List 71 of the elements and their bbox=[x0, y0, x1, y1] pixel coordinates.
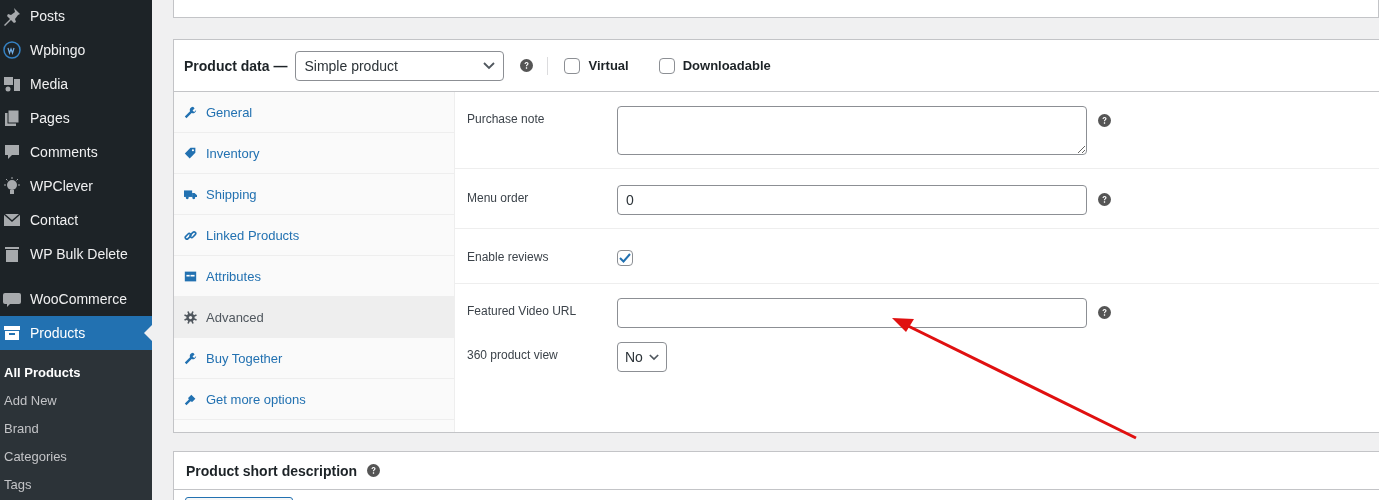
chevron-down-icon bbox=[648, 353, 659, 361]
lightbulb-icon bbox=[2, 176, 22, 196]
sidebar-item[interactable]: Wpbingo bbox=[0, 33, 152, 67]
help-icon[interactable] bbox=[1098, 306, 1111, 319]
field-label: Featured Video URL bbox=[467, 304, 578, 318]
submenu-item[interactable]: Add New bbox=[0, 386, 152, 414]
tab[interactable]: Advanced bbox=[174, 297, 454, 338]
sidebar-label: Products bbox=[30, 325, 86, 341]
sidebar-label: WPClever bbox=[30, 178, 93, 194]
tab[interactable]: Inventory bbox=[174, 133, 454, 174]
speech-bubble-icon bbox=[2, 142, 22, 162]
media-icon bbox=[2, 74, 22, 94]
sidebar-item[interactable]: WooCommerce bbox=[0, 282, 152, 316]
list-card-icon bbox=[184, 269, 197, 283]
checkbox[interactable] bbox=[564, 57, 581, 74]
text-field[interactable] bbox=[617, 298, 1087, 328]
circle-logo-icon bbox=[2, 40, 22, 60]
sidebar-item[interactable]: Posts bbox=[0, 0, 152, 33]
sidebar-label: Pages bbox=[30, 110, 70, 126]
tab[interactable]: Shipping bbox=[174, 174, 454, 215]
submenu-item[interactable]: Tags bbox=[0, 470, 152, 498]
tag-icon bbox=[184, 146, 197, 160]
field-label: Enable reviews bbox=[467, 250, 550, 264]
sidebar-label: WooCommerce bbox=[30, 291, 127, 307]
chevron-down-icon bbox=[483, 61, 496, 70]
sidebar-item[interactable]: WPClever bbox=[0, 169, 152, 203]
field-label: Menu order bbox=[467, 191, 530, 205]
textarea-field[interactable] bbox=[617, 106, 1087, 155]
wrench-icon bbox=[184, 105, 197, 119]
tab[interactable]: General bbox=[174, 92, 454, 133]
checkbox[interactable] bbox=[617, 250, 633, 266]
sidebar-item[interactable]: Products bbox=[0, 316, 152, 350]
help-icon[interactable] bbox=[1098, 114, 1111, 127]
link-icon bbox=[184, 228, 197, 242]
submenu-item[interactable]: Categories bbox=[0, 442, 152, 470]
checkbox-label: Virtual bbox=[588, 58, 629, 73]
checkbox-label: Downloadable bbox=[682, 58, 771, 73]
submenu-item[interactable]: All Products bbox=[0, 358, 152, 386]
sidebar-item[interactable]: WP Bulk Delete bbox=[0, 237, 152, 271]
help-icon[interactable] bbox=[1098, 193, 1111, 206]
select-field[interactable]: No bbox=[617, 342, 667, 372]
submenu-item[interactable]: Brand bbox=[0, 414, 152, 442]
sidebar-item[interactable]: Pages bbox=[0, 101, 152, 135]
help-icon[interactable] bbox=[520, 59, 534, 72]
trash-icon bbox=[2, 244, 22, 264]
wrench-icon bbox=[184, 351, 197, 365]
sidebar-label: WP Bulk Delete bbox=[30, 246, 128, 262]
pin-icon bbox=[2, 6, 22, 26]
text-field[interactable]: 0 bbox=[617, 185, 1087, 215]
field-label: Purchase note bbox=[467, 112, 546, 126]
sidebar-label: Media bbox=[30, 76, 69, 92]
truck-icon bbox=[184, 187, 197, 201]
sidebar-label: Wpbingo bbox=[30, 42, 86, 58]
panel-title: Product data — bbox=[184, 57, 288, 74]
sidebar-item[interactable]: Media bbox=[0, 67, 152, 101]
sidebar-item[interactable]: Comments bbox=[0, 135, 152, 169]
field-label: 360 product view bbox=[467, 348, 559, 362]
help-icon[interactable] bbox=[367, 464, 381, 477]
panel-title: Product short description bbox=[186, 462, 358, 479]
checkbox[interactable] bbox=[658, 57, 675, 74]
archive-box-icon bbox=[2, 323, 22, 343]
sidebar-label: Posts bbox=[30, 8, 65, 24]
tab[interactable]: Linked Products bbox=[174, 215, 454, 256]
sidebar-label: Comments bbox=[30, 144, 98, 160]
product-type-select[interactable]: Simple product bbox=[295, 50, 505, 81]
gear-icon bbox=[184, 310, 197, 324]
sidebar-label: Contact bbox=[30, 212, 79, 228]
plug-icon bbox=[184, 392, 197, 406]
sidebar-item[interactable]: Contact bbox=[0, 203, 152, 237]
tab[interactable]: Buy Together bbox=[174, 338, 454, 379]
tab[interactable]: Get more options bbox=[174, 379, 454, 420]
